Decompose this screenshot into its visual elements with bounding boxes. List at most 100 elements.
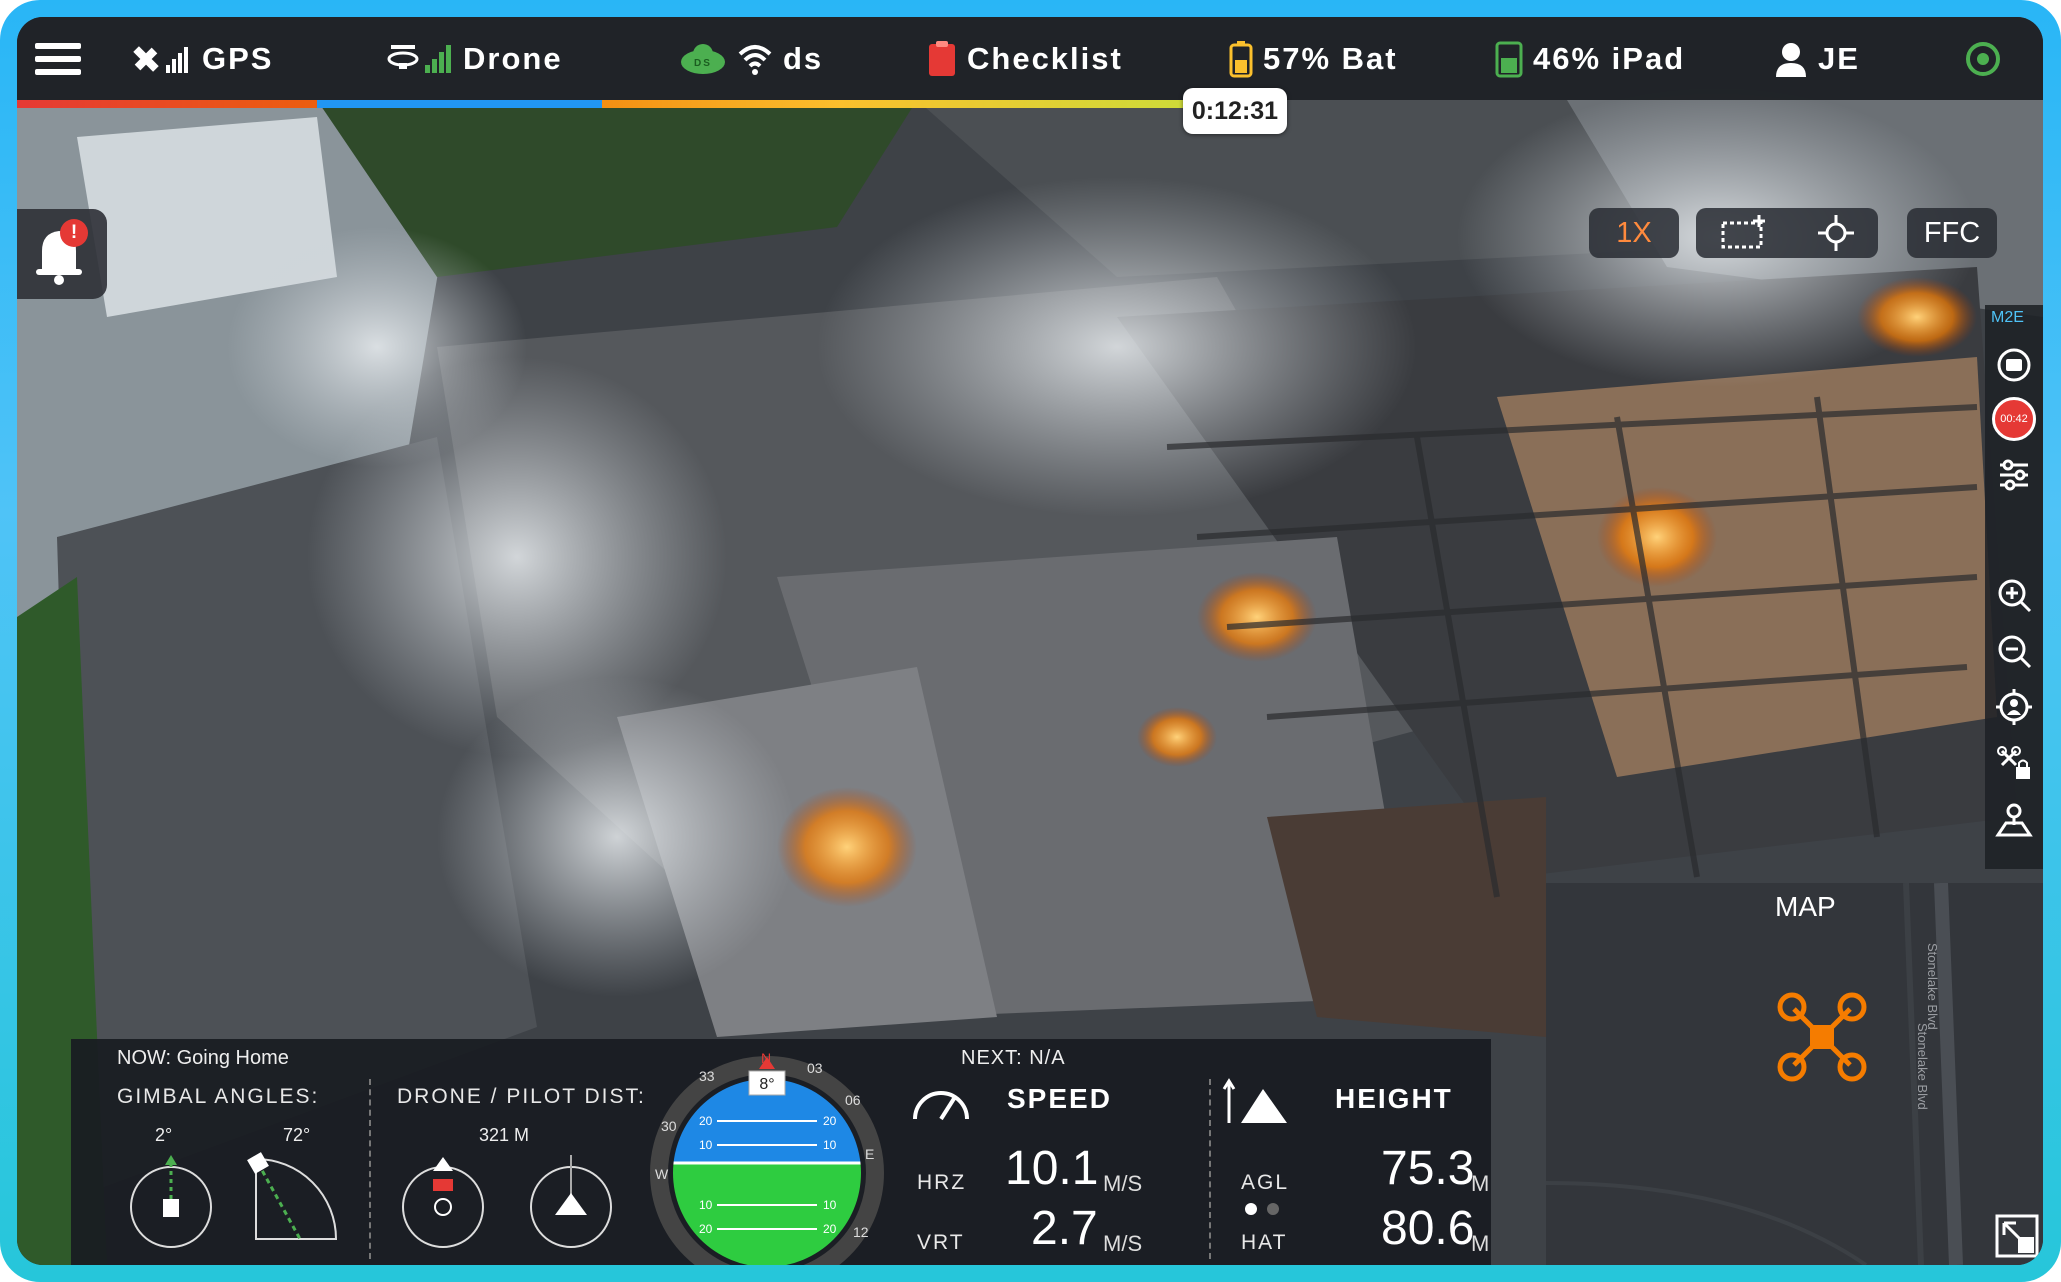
battery-icon	[1229, 40, 1253, 77]
drone-marker-icon[interactable]	[1772, 987, 1872, 1087]
zoom-out-icon[interactable]	[1994, 631, 2034, 671]
current-mission-state: NOW: Going Home	[117, 1047, 289, 1069]
compass-mark: 33	[699, 1068, 715, 1084]
user-icon	[1776, 42, 1806, 77]
camera-tools	[1696, 208, 1878, 258]
flight-progress-segment	[317, 100, 602, 108]
battery-label: 57% Bat	[1263, 40, 1398, 76]
pitch-mark: 20	[823, 1114, 837, 1128]
bell-icon	[36, 231, 82, 285]
crosshair-icon[interactable]	[1816, 213, 1856, 253]
cloud-badge-text: DS	[694, 58, 712, 69]
notification-badge: !	[60, 219, 88, 247]
pitch-mark: 20	[699, 1114, 713, 1128]
compass-mark: W	[655, 1166, 669, 1182]
drone-status[interactable]: Drone	[387, 17, 563, 100]
app-screen: GPS Drone DS ds Checklist 57% Bat 46% iP…	[17, 17, 2043, 1265]
globe-status-icon	[1966, 41, 2000, 76]
cloud-ds-icon: DS	[681, 43, 725, 74]
vrt-label: VRT	[917, 1231, 965, 1254]
user-account[interactable]: JE	[1774, 17, 1860, 100]
pilot-heading-gauge	[530, 1155, 612, 1248]
flight-timer: 0:12:31	[1183, 88, 1287, 134]
compass-mark: 03	[807, 1060, 823, 1076]
height-mode-toggle[interactable]	[1243, 1201, 1283, 1217]
checklist-icon	[929, 40, 955, 76]
hrz-label: HRZ	[917, 1171, 967, 1194]
map-pin-person-icon[interactable]	[1994, 799, 2034, 839]
pitch-mark: 10	[699, 1138, 713, 1152]
wifi-label: ds	[783, 40, 824, 76]
mini-map[interactable]: MAP Stonelake Blvd Stonelake Blvd	[1546, 883, 2043, 1265]
telemetry-panel: NOW: Going Home NEXT: N/A GIMBAL ANGLES:…	[71, 1039, 1491, 1265]
attitude-indicator: 20 20 10 10 10 10 20 20 N 03 06 E 12 W 3…	[650, 1050, 884, 1265]
settings-sliders-icon[interactable]	[1994, 455, 2034, 495]
horizontal-speed-unit: M/S	[1103, 1171, 1143, 1196]
zoom-button[interactable]: 1X	[1589, 208, 1679, 258]
compass-mark: E	[865, 1146, 874, 1162]
hat-value: 80.6	[1381, 1202, 1475, 1255]
drone-lock-icon[interactable]	[1994, 743, 2034, 783]
gimbal-yaw-gauge	[247, 1152, 338, 1240]
compass-mark: 30	[661, 1118, 677, 1134]
pitch-mark: 10	[823, 1198, 837, 1212]
hat-label: HAT	[1241, 1231, 1288, 1254]
agl-label: AGL	[1241, 1171, 1290, 1194]
hamburger-menu-icon	[35, 42, 81, 75]
network-status[interactable]: DS ds	[679, 17, 823, 100]
top-status-bar: GPS Drone DS ds Checklist 57% Bat 46% iP…	[17, 17, 2043, 100]
next-mission-state: NEXT: N/A	[961, 1047, 1066, 1069]
height-title: HEIGHT	[1335, 1083, 1453, 1114]
distance-title: DRONE / PILOT DIST:	[397, 1085, 646, 1108]
satellite-signal-icon	[133, 45, 188, 73]
tablet-battery-icon	[1495, 41, 1523, 77]
vertical-speed-value: 2.7	[1031, 1202, 1098, 1255]
camera-switch-icon[interactable]	[1994, 345, 2034, 385]
drone-heading-gauge	[402, 1157, 484, 1248]
drone-label: Drone	[463, 40, 563, 76]
street-label: Stonelake Blvd	[1915, 1023, 1930, 1110]
divider	[369, 1079, 371, 1259]
wifi-icon	[738, 44, 772, 75]
gimbal-pitch-value: 2°	[155, 1125, 173, 1145]
right-toolbar: M2E 00:42	[1985, 305, 2043, 869]
compass-mark: 06	[845, 1092, 861, 1108]
user-label: JE	[1818, 40, 1860, 76]
horizontal-speed-value: 10.1	[1005, 1142, 1099, 1195]
vertical-speed-unit: M/S	[1103, 1231, 1143, 1256]
zoom-in-icon[interactable]	[1994, 575, 2034, 615]
compass-mark: 12	[853, 1224, 869, 1240]
pitch-mark: 20	[823, 1222, 837, 1236]
gimbal-yaw-value: 72°	[283, 1125, 311, 1145]
pitch-mark: 10	[699, 1198, 713, 1212]
speedometer-icon	[913, 1091, 969, 1121]
photo-mode-icon[interactable]	[1719, 213, 1771, 253]
locate-user-icon[interactable]	[1994, 687, 2034, 727]
connection-indicator[interactable]	[1963, 17, 2003, 100]
hat-unit: M	[1471, 1231, 1490, 1256]
notifications-button[interactable]: !	[17, 209, 107, 299]
gps-label: GPS	[202, 40, 274, 76]
agl-unit: M	[1471, 1171, 1490, 1196]
gimbal-pitch-gauge	[130, 1155, 212, 1248]
drone-pilot-distance: 321 M	[479, 1125, 530, 1145]
divider	[1209, 1079, 1211, 1259]
gimbal-angles-title: GIMBAL ANGLES:	[117, 1085, 320, 1108]
agl-value: 75.3	[1381, 1142, 1475, 1195]
street-label: Stonelake Blvd	[1925, 943, 1940, 1030]
heading-value: 8°	[759, 1076, 774, 1093]
height-mountain-icon	[1222, 1078, 1287, 1123]
record-button[interactable]: 00:42	[1992, 397, 2036, 441]
checklist-button[interactable]: Checklist	[927, 17, 1123, 100]
ipad-battery-status[interactable]: 46% iPad	[1495, 17, 1685, 100]
flight-progress-bar	[17, 100, 1195, 108]
checklist-label: Checklist	[967, 40, 1123, 76]
speed-title: SPEED	[1007, 1083, 1112, 1114]
menu-button[interactable]	[33, 17, 83, 100]
ipad-label: 46% iPad	[1533, 40, 1686, 76]
ffc-button[interactable]: FFC	[1907, 208, 1997, 258]
pitch-mark: 10	[823, 1138, 837, 1152]
pitch-mark: 20	[699, 1222, 713, 1236]
gps-status[interactable]: GPS	[132, 17, 273, 100]
expand-map-icon[interactable]	[1994, 1213, 2040, 1259]
